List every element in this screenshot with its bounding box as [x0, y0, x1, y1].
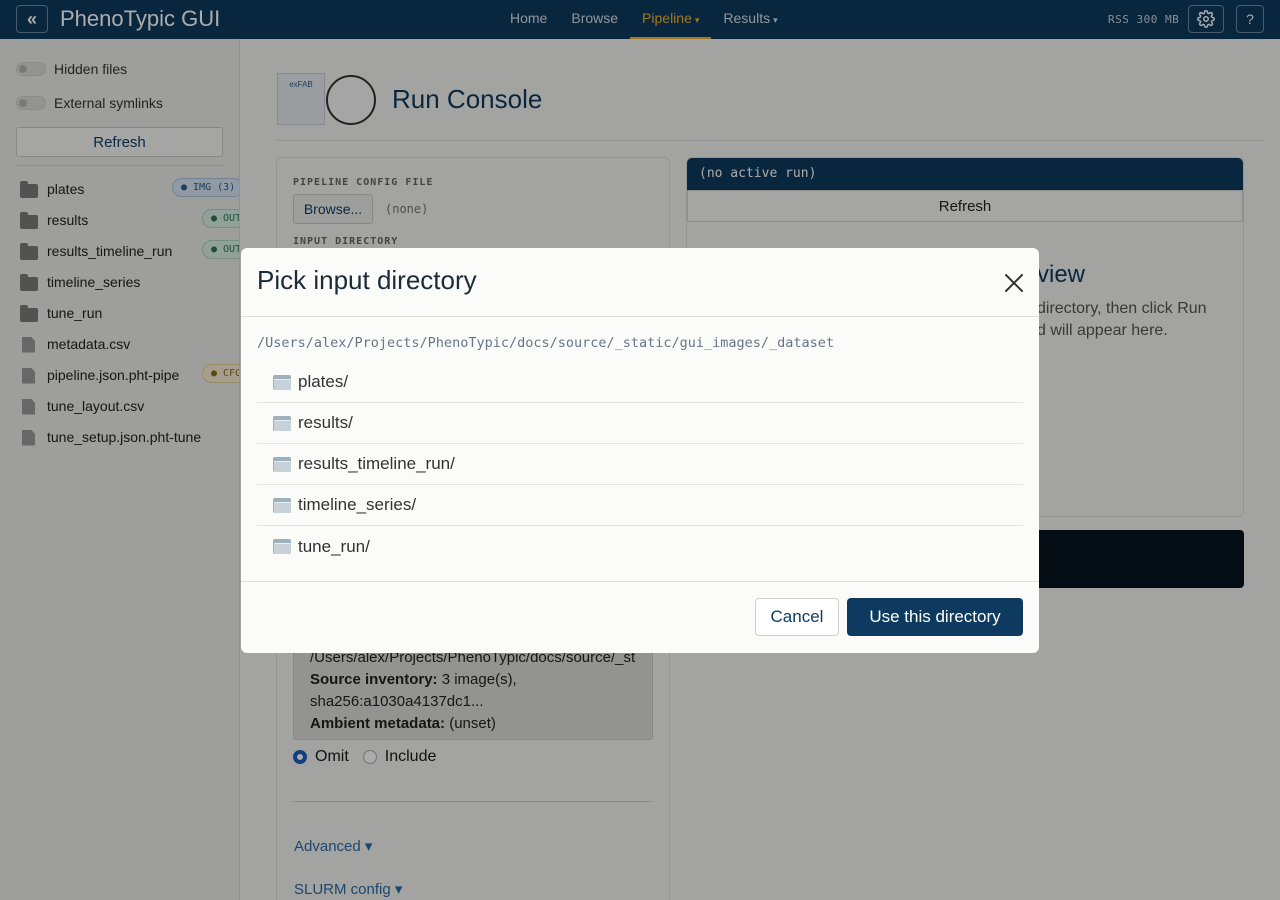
directory-item[interactable]: tune_run/ [257, 526, 1023, 567]
dialog-header: Pick input directory [241, 248, 1039, 317]
folder-icon [273, 415, 291, 431]
close-icon [1005, 274, 1023, 292]
directory-name: tune_run/ [298, 536, 370, 556]
directory-item[interactable]: results_timeline_run/ [257, 444, 1023, 485]
folder-icon [273, 374, 291, 390]
dialog-title: Pick input directory [257, 265, 477, 295]
folder-icon [273, 539, 291, 554]
folder-icon [273, 456, 291, 472]
pick-directory-dialog: Pick input directory /Users/alex/Project… [241, 248, 1039, 653]
cancel-button[interactable]: Cancel [755, 598, 839, 636]
directory-list: plates/results/results_timeline_run/time… [257, 362, 1023, 567]
directory-name: results_timeline_run/ [298, 454, 455, 473]
directory-name: results/ [298, 413, 353, 432]
use-directory-button[interactable]: Use this directory [847, 598, 1023, 636]
dialog-body: /Users/alex/Projects/PhenoTypic/docs/sou… [241, 317, 1039, 582]
close-button[interactable] [1003, 272, 1025, 294]
directory-item[interactable]: timeline_series/ [257, 485, 1023, 526]
directory-item[interactable]: results/ [257, 403, 1023, 444]
dialog-footer: Cancel Use this directory [241, 582, 1039, 652]
directory-item[interactable]: plates/ [257, 362, 1023, 403]
directory-name: plates/ [298, 372, 349, 391]
directory-name: timeline_series/ [298, 495, 417, 514]
current-path: /Users/alex/Projects/PhenoTypic/docs/sou… [257, 335, 835, 351]
folder-icon [273, 497, 291, 513]
